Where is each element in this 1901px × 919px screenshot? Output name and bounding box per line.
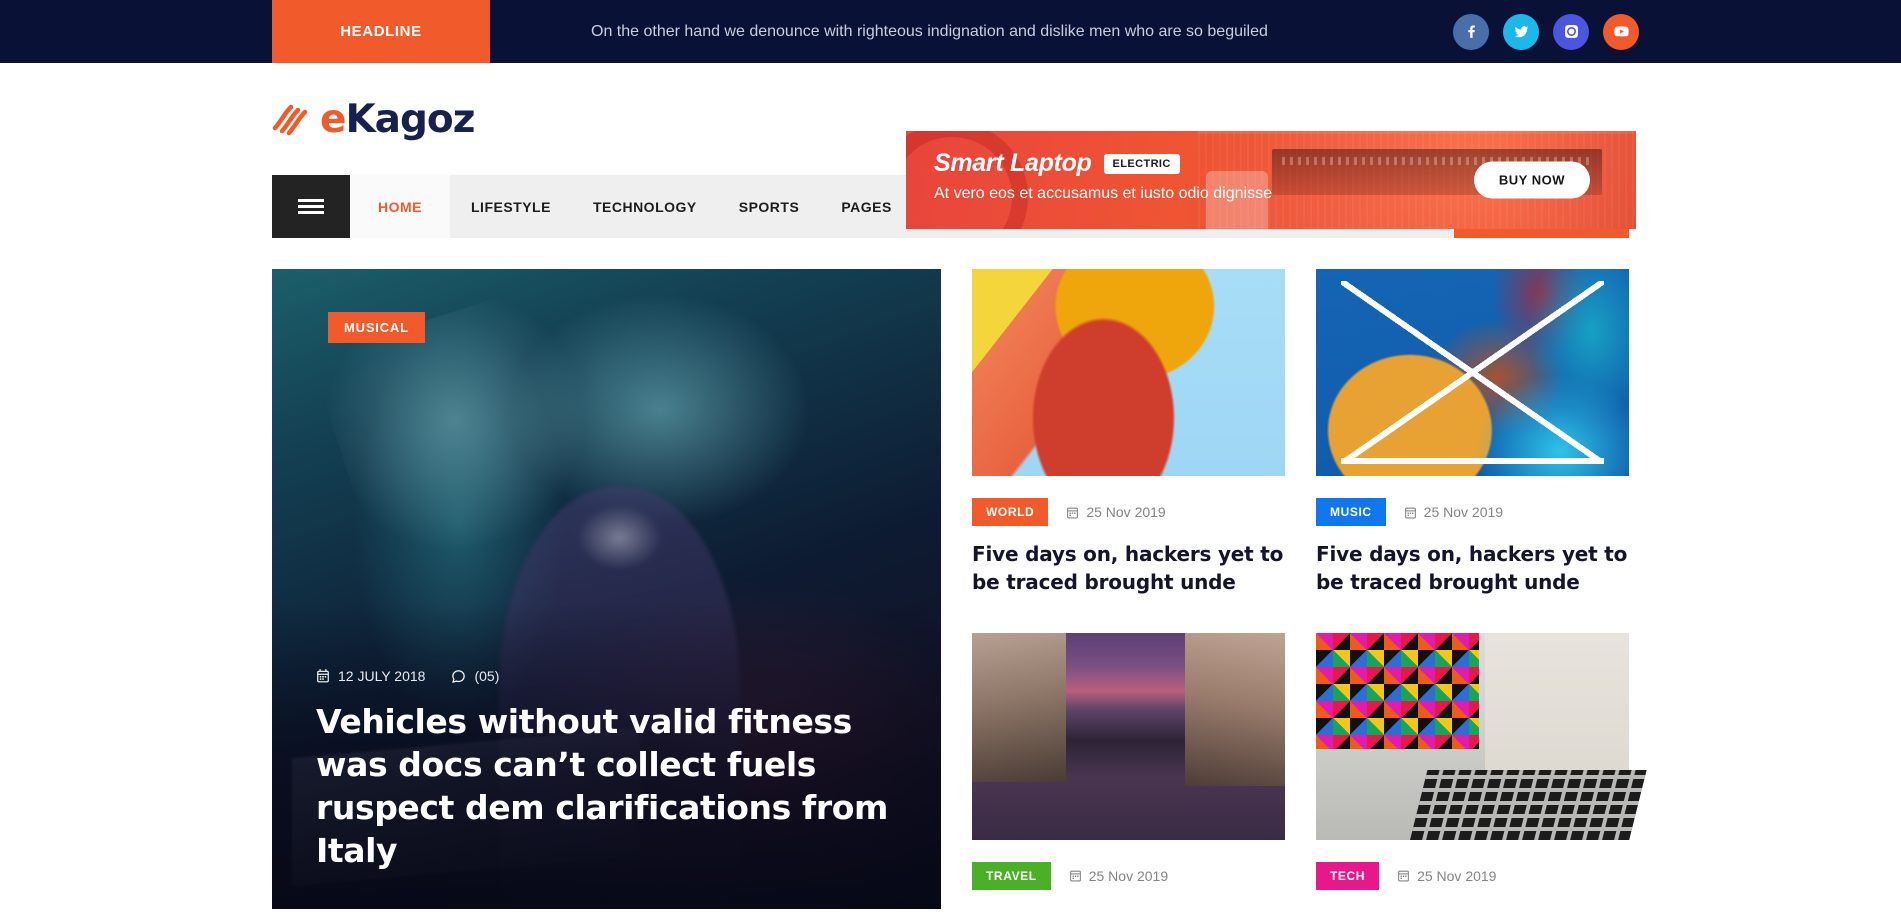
article-date-text: 25 Nov 2019 (1088, 867, 1169, 884)
calendar-icon (1069, 871, 1081, 882)
article-meta: TECH 25 Nov 2019 (1316, 861, 1629, 890)
hamburger-line (298, 211, 324, 214)
hero-comments: (05) (451, 668, 499, 684)
category-badge-music[interactable]: MUSIC (1316, 498, 1386, 526)
calendar-icon (1404, 507, 1416, 518)
article-date-text: 25 Nov 2019 (1417, 867, 1497, 884)
twitter-icon[interactable] (1503, 13, 1539, 50)
hamburger-line (298, 205, 324, 208)
article-meta: TRAVEL 25 Nov 2019 (972, 861, 1285, 890)
calendar-icon (317, 669, 329, 683)
category-badge-world[interactable]: WORLD (972, 498, 1049, 526)
instagram-icon[interactable] (1553, 13, 1589, 50)
nav-item-pages[interactable]: PAGES (820, 175, 912, 238)
article-title[interactable]: Five days on, hackers yet to be traced b… (972, 540, 1285, 597)
article-card[interactable]: MUSIC 25 Nov 2019 Five days on, hackers … (1316, 269, 1629, 602)
nav-item-lifestyle[interactable]: LIFESTYLE (450, 175, 572, 238)
article-card[interactable]: WORLD 25 Nov 2019 Five days on, hackers … (972, 269, 1285, 602)
brand-row: eKagoz Smart Laptop ELECTRIC At vero eos… (0, 63, 1901, 229)
ribbon-icon (272, 102, 314, 136)
logo-text: eKagoz (320, 96, 475, 142)
hamburger-menu-icon[interactable] (272, 175, 350, 238)
ad-copy: Smart Laptop ELECTRIC At vero eos et acc… (934, 149, 1272, 203)
article-date: 25 Nov 2019 (1404, 504, 1503, 520)
article-meta: WORLD 25 Nov 2019 (972, 498, 1285, 526)
laptop-screen-swatches (1503, 686, 1611, 737)
nav-item-home[interactable]: HOME (350, 175, 450, 238)
article-image-tech[interactable] (1316, 632, 1647, 840)
logo-text-rest: Kagoz (345, 96, 475, 142)
calendar-icon (1067, 507, 1079, 518)
hero-date-text: 12 JULY 2018 (338, 668, 426, 685)
main-content: MUSICAL 12 JULY 2018 (05) Vehicles witho… (0, 269, 1901, 909)
article-date-text: 25 Nov 2019 (1423, 504, 1504, 520)
article-date-text: 25 Nov 2019 (1086, 504, 1166, 520)
headline-tag: HEADLINE (272, 0, 490, 63)
ad-subtitle: At vero eos et accusamus et iusto odio d… (934, 185, 1272, 202)
article-date: 25 Nov 2019 (1066, 504, 1166, 520)
hero-date: 12 JULY 2018 (316, 668, 425, 684)
topbar-left-spacer (0, 0, 272, 63)
article-meta: MUSIC 25 Nov 2019 (1316, 498, 1629, 526)
article-title[interactable]: Five days on, hackers yet to be traced b… (1316, 540, 1629, 597)
buy-now-button[interactable]: BUY NOW (1473, 161, 1590, 199)
laptop-keyboard (1409, 769, 1647, 840)
article-image-music[interactable] (1316, 269, 1629, 476)
calendar-icon (1398, 871, 1409, 882)
article-card[interactable]: TRAVEL 25 Nov 2019 (972, 632, 1285, 909)
article-date: 25 Nov 2019 (1397, 868, 1496, 884)
article-grid: WORLD 25 Nov 2019 Five days on, hackers … (972, 269, 1647, 909)
nav-item-sports[interactable]: SPORTS (718, 175, 821, 238)
logo-text-e: e (320, 96, 346, 142)
headline-ticker-text[interactable]: On the other hand we denounce with right… (490, 0, 1453, 63)
hamburger-line (298, 199, 324, 202)
hero-category-badge[interactable]: MUSICAL (328, 312, 425, 343)
ad-banner[interactable]: Smart Laptop ELECTRIC At vero eos et acc… (906, 131, 1636, 229)
site-logo[interactable]: eKagoz (272, 96, 475, 142)
category-badge-tech[interactable]: TECH (1316, 861, 1380, 890)
hero-article[interactable]: MUSICAL 12 JULY 2018 (05) Vehicles witho… (272, 269, 941, 909)
social-links (1453, 0, 1901, 63)
youtube-icon[interactable] (1603, 13, 1639, 50)
hero-body: 12 JULY 2018 (05) Vehicles without valid… (316, 668, 897, 873)
category-badge-travel[interactable]: TRAVEL (972, 861, 1051, 890)
article-image-travel[interactable] (972, 632, 1285, 840)
ad-badge: ELECTRIC (1103, 153, 1180, 174)
nav-item-technology[interactable]: TECHNOLOGY (572, 175, 718, 238)
article-date: 25 Nov 2019 (1069, 868, 1168, 884)
article-image-world[interactable] (972, 269, 1285, 476)
top-headline-bar: HEADLINE On the other hand we denounce w… (0, 0, 1901, 63)
comment-icon (452, 670, 466, 683)
ad-title: Smart Laptop (934, 149, 1092, 177)
facebook-icon[interactable] (1453, 13, 1489, 50)
hero-title[interactable]: Vehicles without valid fitness was docs … (316, 701, 897, 873)
hero-meta: 12 JULY 2018 (05) (316, 668, 897, 684)
article-card[interactable]: TECH 25 Nov 2019 (1316, 632, 1647, 909)
hero-comments-count: (05) (474, 668, 500, 685)
